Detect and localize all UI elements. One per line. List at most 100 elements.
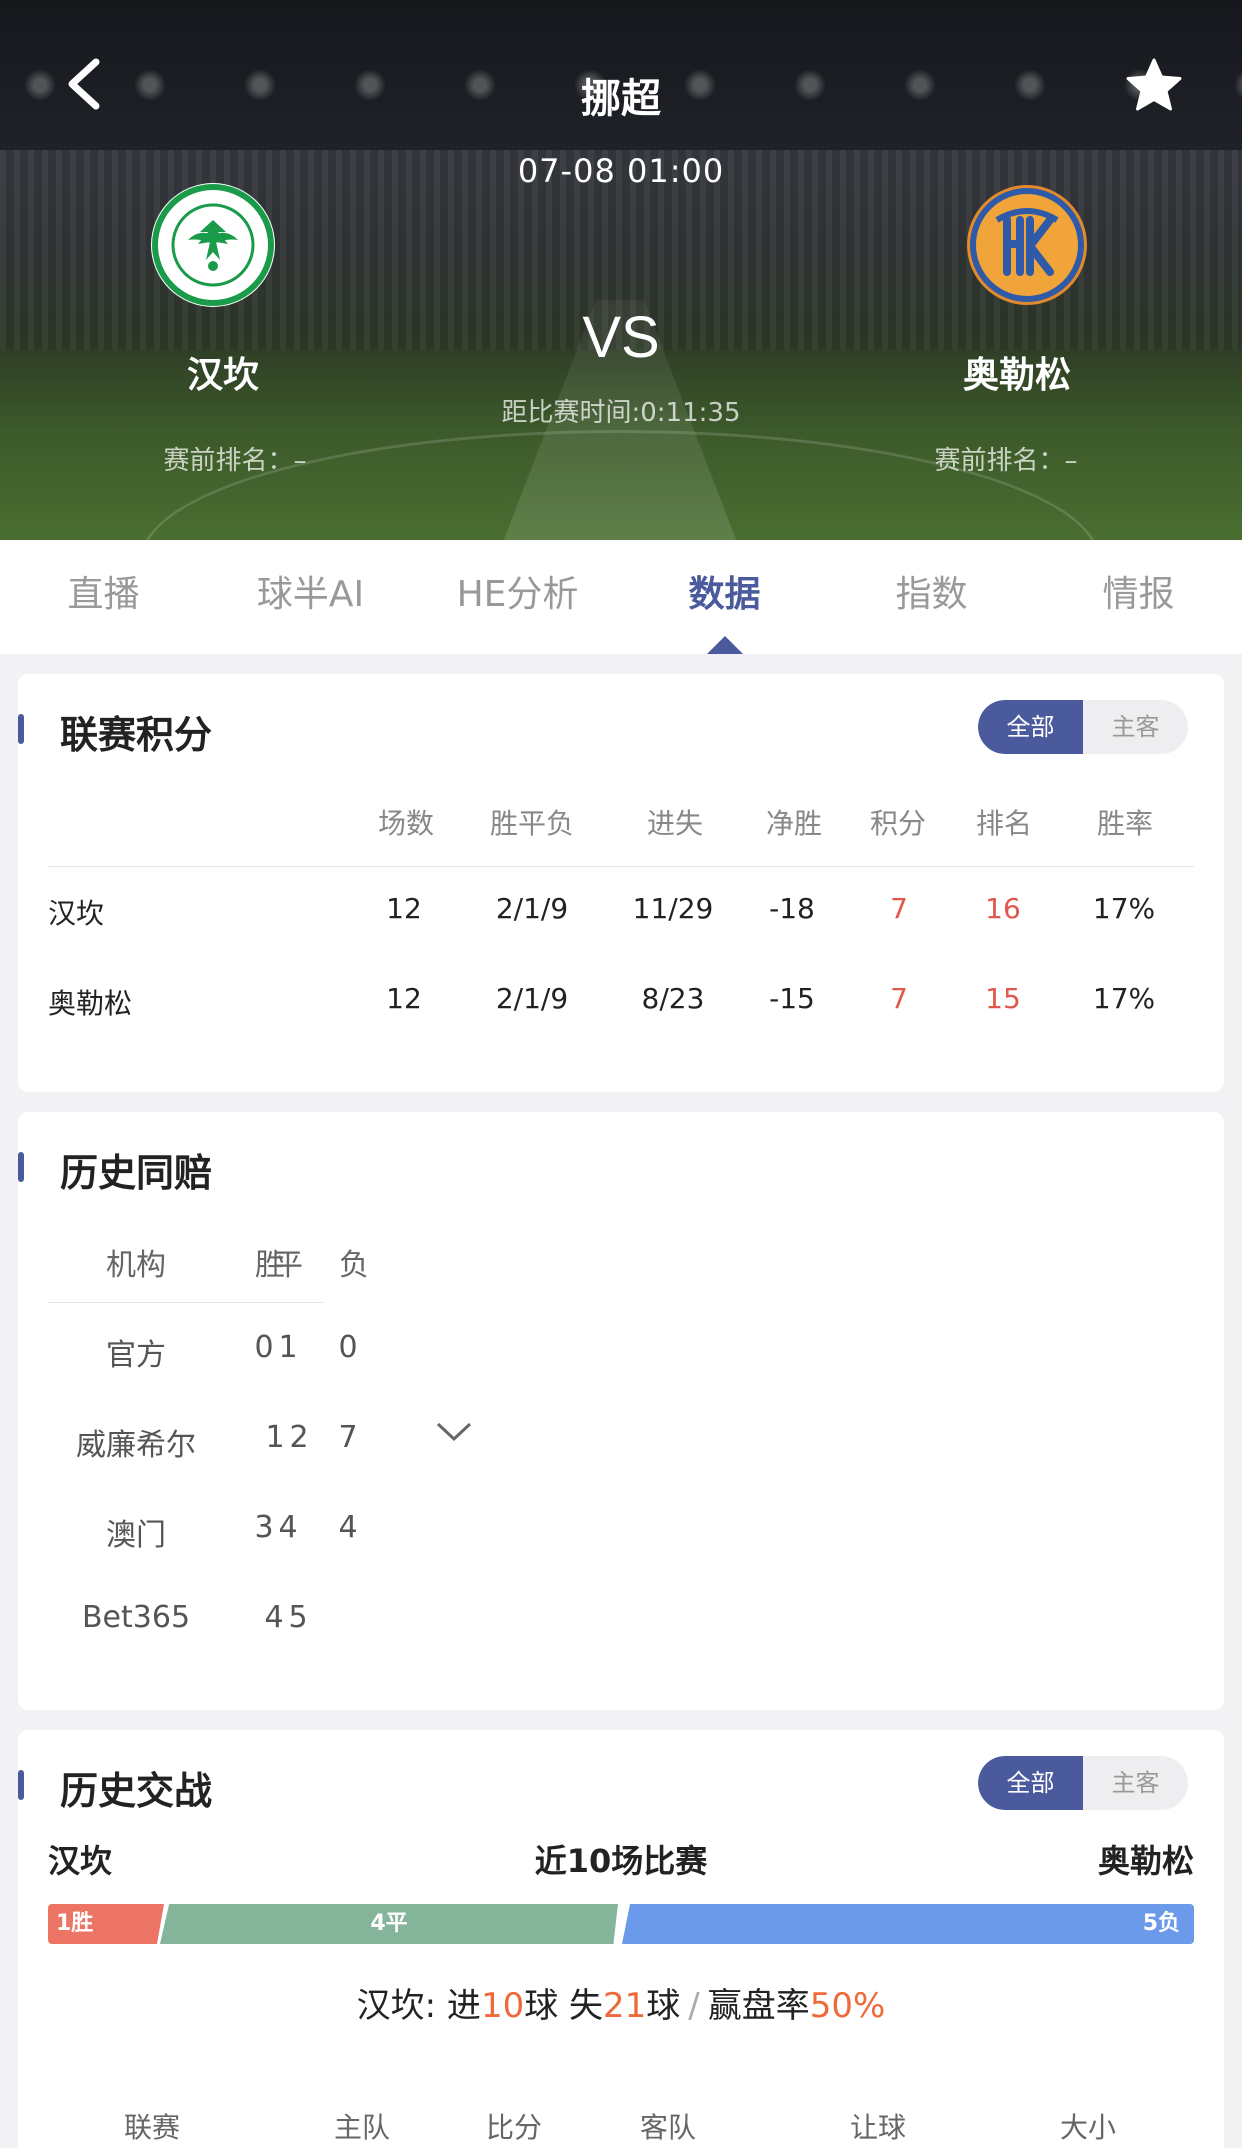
match-header: 挪超 07-08 01:00 汉坎 奥勒松 VS 距比赛时间:0:11:35 赛… <box>0 0 1242 540</box>
cell-win: 0 <box>254 1330 274 1365</box>
bookmaker-name: 威廉希尔 <box>76 1428 196 1463</box>
league-title: 挪超 <box>581 76 661 122</box>
tab-data[interactable]: 数据 <box>621 540 828 654</box>
summary-separator: / <box>688 1986 700 2026</box>
col-bookmaker: 机构 <box>106 1248 166 1283</box>
h2h-range: 近10场比赛 <box>534 1842 708 1880</box>
col-score: 比分 <box>485 2111 543 2144</box>
table-row[interactable]: 汉坎 12 2/1/9 11/29 -18 7 16 17% <box>18 892 1224 952</box>
away-team-logo[interactable] <box>962 180 1092 310</box>
tab-he-analysis[interactable]: HE分析 <box>414 540 621 654</box>
section-title: 联赛积分 <box>60 713 213 757</box>
h2h-away-team: 奥勒松 <box>1097 1842 1194 1880</box>
tab-bar: 直播 球半AI HE分析 数据 指数 情报 <box>0 540 1242 654</box>
section-title: 历史同赔 <box>60 1151 213 1195</box>
standings-card: 联赛积分 全部 主客 场数 胜平负 进失 净胜 积分 排名 胜率 汉坎 12 2… <box>18 674 1224 1092</box>
h2h-summary: 汉坎: 进10球 失21球 / 赢盘率50% <box>18 1978 1224 2027</box>
summary-goals-for: 10 <box>480 1986 525 2026</box>
cell-gd: -18 <box>769 892 815 925</box>
cell-played: 12 <box>386 892 422 925</box>
cell-gd: -15 <box>769 982 815 1015</box>
cell-loss: 0 <box>338 1330 358 1365</box>
cell-rank: 16 <box>985 892 1021 925</box>
col-away: 客队 <box>639 2111 697 2144</box>
cell-played: 12 <box>386 982 422 1015</box>
cell-draw: 2 <box>289 1420 309 1455</box>
tab-ai[interactable]: 球半AI <box>207 540 414 654</box>
cell-winrate: 17% <box>1092 982 1156 1015</box>
summary-goals-against: 21 <box>603 1986 647 2026</box>
cell-loss: 7 <box>338 1420 358 1455</box>
standings-toggle: 全部 主客 <box>978 700 1188 754</box>
summary-prefix: 汉坎: 进 <box>356 1986 481 2026</box>
col-loss: 负 <box>339 1248 369 1283</box>
summary-label: 赢盘率 <box>707 1986 810 2026</box>
same-odds-card: 历史同赔 机构 胜 平 负 官方 0 1 0 威廉希尔 1 2 7 澳门 3 4… <box>18 1112 1224 1710</box>
divider <box>48 1302 324 1303</box>
col-home: 主队 <box>333 2111 391 2144</box>
cell-pts: 7 <box>890 982 908 1015</box>
home-team-logo[interactable] <box>148 180 278 310</box>
tab-odds[interactable]: 指数 <box>828 540 1035 654</box>
col-league: 联赛 <box>123 2111 181 2144</box>
toggle-home-away[interactable]: 主客 <box>1083 1756 1188 1810</box>
cell-win: 3 <box>254 1510 274 1545</box>
cell-win: 4 <box>264 1600 284 1635</box>
h2h-toggle: 全部 主客 <box>978 1756 1188 1810</box>
cell-draw: 5 <box>288 1600 308 1635</box>
col-handicap: 让球 <box>849 2111 907 2144</box>
cell-draw: 1 <box>278 1330 298 1365</box>
cell-gfga: 11/29 <box>632 892 714 925</box>
favorite-button[interactable] <box>1124 56 1184 116</box>
col-rank: 排名 <box>975 807 1033 840</box>
summary-mid2: 球 <box>646 1986 681 2026</box>
bookmaker-name: Bet365 <box>81 1600 191 1635</box>
col-gd: 净胜 <box>765 807 823 840</box>
star-icon <box>1126 58 1182 111</box>
head-to-head-card: 历史交战 全部 主客 汉坎 近10场比赛 奥勒松 1胜 4平 5负 汉坎: 进1… <box>18 1730 1224 2148</box>
vs-label: VS <box>582 305 660 370</box>
standings-header: 场数 胜平负 进失 净胜 积分 排名 胜率 <box>18 802 1224 862</box>
cell-rank: 15 <box>985 982 1021 1015</box>
cell-pts: 7 <box>890 892 908 925</box>
h2h-draw-bar: 4平 <box>160 1904 618 1944</box>
divider <box>48 866 1194 867</box>
col-winrate: 胜率 <box>1096 807 1154 840</box>
away-pre-rank: 赛前排名：– <box>934 446 1078 476</box>
col-wdl: 胜平负 <box>489 807 575 840</box>
h2h-home-team: 汉坎 <box>48 1842 113 1880</box>
cell-draw: 4 <box>278 1510 298 1545</box>
chevron-down-icon[interactable] <box>434 1420 474 1444</box>
col-pts: 积分 <box>869 807 927 840</box>
tab-live[interactable]: 直播 <box>0 540 207 654</box>
toggle-all[interactable]: 全部 <box>978 1756 1083 1810</box>
col-over-under: 大小 <box>1059 2111 1117 2144</box>
team-name: 奥勒松 <box>48 987 133 1020</box>
cell-wdl: 2/1/9 <box>495 892 569 925</box>
col-gfga: 进失 <box>646 807 704 840</box>
team-name: 汉坎 <box>48 897 105 930</box>
h2h-win-bar: 1胜 <box>48 1904 164 1944</box>
section-marker <box>18 1770 24 1800</box>
col-draw: 平 <box>273 1248 303 1283</box>
summary-rate: 50% <box>809 1986 886 2026</box>
col-played: 场数 <box>377 807 435 840</box>
cell-winrate: 17% <box>1092 892 1156 925</box>
table-row[interactable]: 奥勒松 12 2/1/9 8/23 -15 7 15 17% <box>18 982 1224 1042</box>
cell-loss: 4 <box>338 1510 358 1545</box>
toggle-all[interactable]: 全部 <box>978 700 1083 754</box>
cell-wdl: 2/1/9 <box>495 982 569 1015</box>
h2h-loss-bar: 5负 <box>622 1904 1194 1944</box>
section-title: 历史交战 <box>60 1769 213 1813</box>
tab-intel[interactable]: 情报 <box>1035 540 1242 654</box>
bookmaker-name: 官方 <box>106 1338 166 1373</box>
match-countdown: 距比赛时间:0:11:35 <box>501 398 741 428</box>
cell-gfga: 8/23 <box>641 982 705 1015</box>
cell-win: 1 <box>265 1420 285 1455</box>
toggle-home-away[interactable]: 主客 <box>1083 700 1188 754</box>
bookmaker-name: 澳门 <box>106 1518 166 1553</box>
home-pre-rank: 赛前排名：– <box>163 446 307 476</box>
section-marker <box>18 714 24 744</box>
summary-mid1: 球 失 <box>524 1986 604 2026</box>
section-marker <box>18 1152 24 1182</box>
